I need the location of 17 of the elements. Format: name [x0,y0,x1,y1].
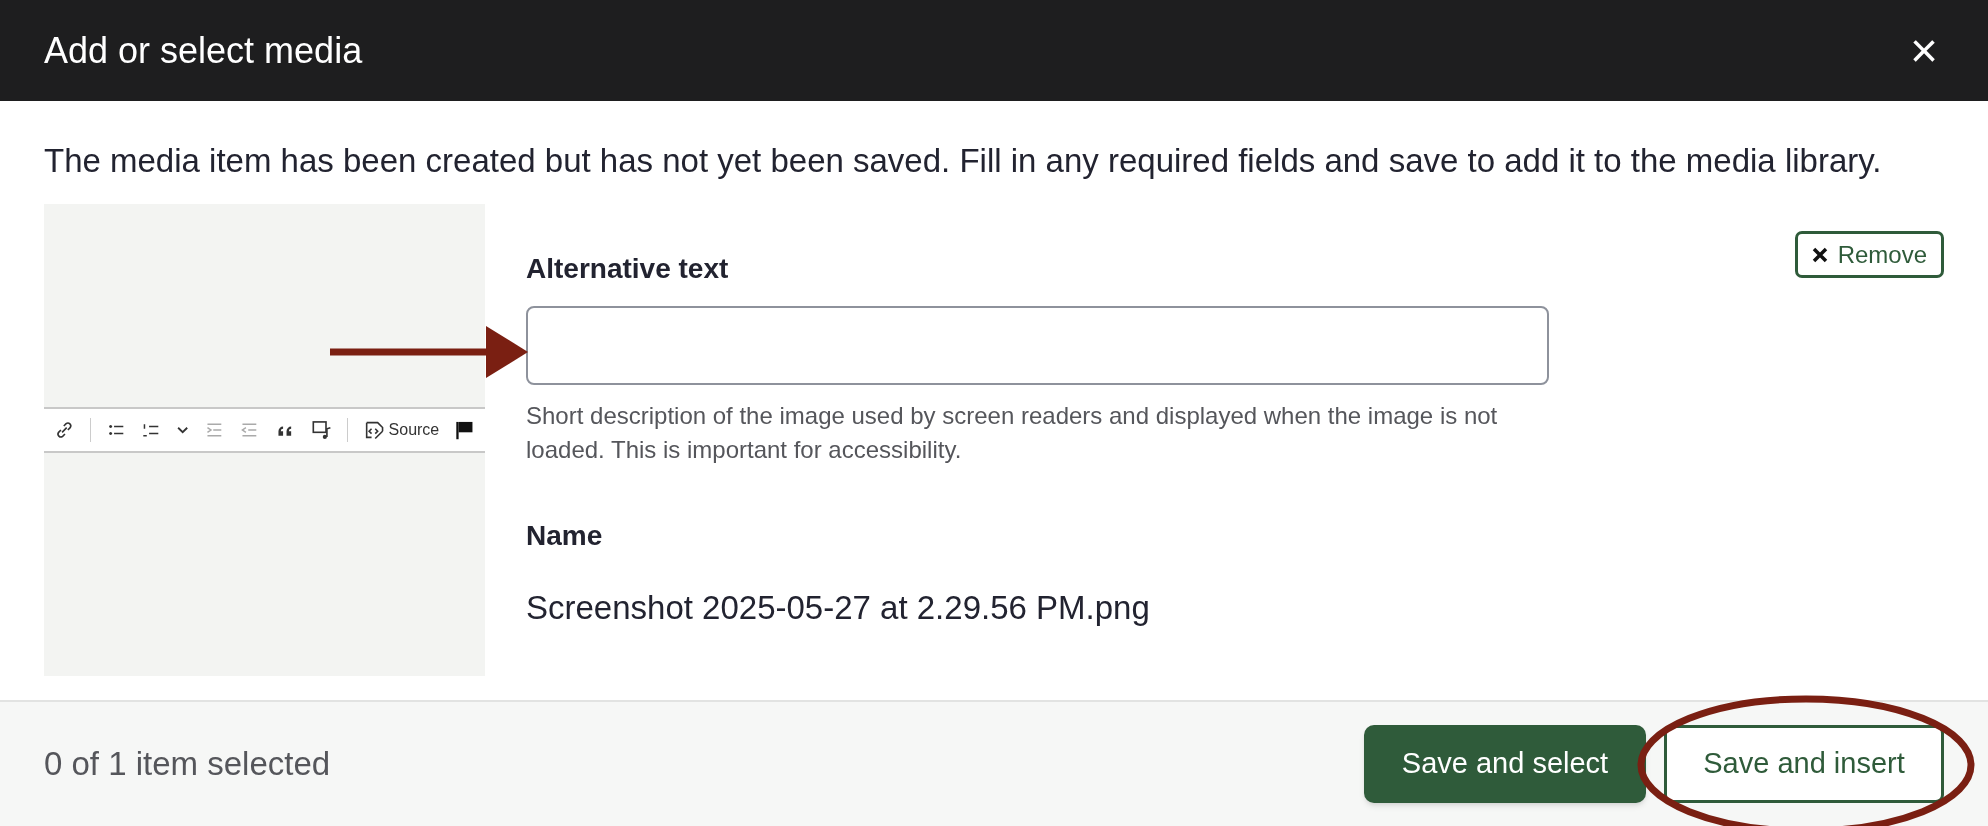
save-and-insert-button[interactable]: Save and insert [1664,725,1944,803]
media-icon [310,419,332,441]
dialog-title: Add or select media [44,28,363,73]
info-message: The media item has been created but has not yet been saved. Fill in any required fields and save to add it to the media library. [44,141,1883,181]
help-text: Short description of the image used by screen readers and displayed when the image is not loaded. This is important for accessibility. [526,401,1499,465]
save-and-select-button[interactable]: Save and select [1364,725,1646,803]
field-label: Alternative text [526,252,730,286]
remove-button[interactable]: Remove [1794,231,1944,278]
source-label: Source [388,420,440,440]
alt-text-field[interactable] [526,306,1549,385]
chevron-down-icon [177,426,189,434]
close-button[interactable]: × [1904,30,1944,71]
close-icon [1811,246,1828,263]
link-icon [54,419,75,441]
file-name: Screenshot 2025-05-27 at 2.29.56 PM.png [526,588,1151,628]
field-label: Name [526,519,604,553]
selection-count: 0 of 1 item selected [44,744,331,785]
